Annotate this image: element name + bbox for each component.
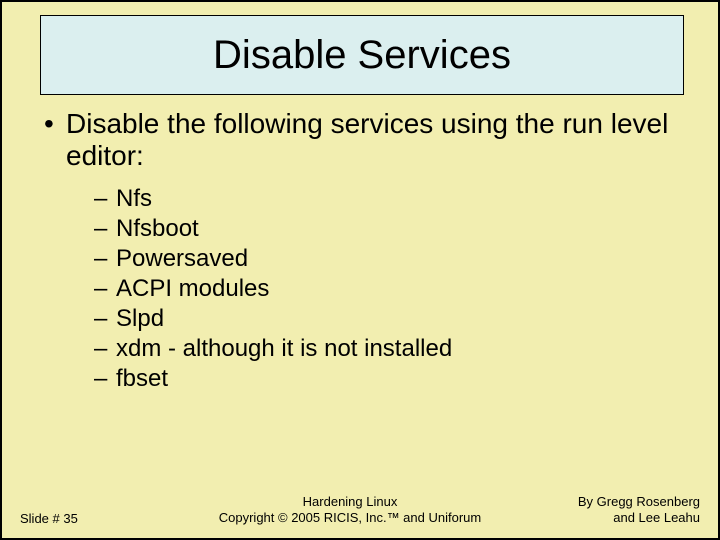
- dash-icon: –: [94, 244, 116, 274]
- list-item: – fbset: [94, 364, 684, 394]
- list-item-text: Nfsboot: [116, 214, 684, 244]
- title-box: Disable Services: [40, 15, 684, 95]
- list-item: – Powersaved: [94, 244, 684, 274]
- dash-icon: –: [94, 184, 116, 214]
- list-item-text: Nfs: [116, 184, 684, 214]
- bullet-level1: • Disable the following services using t…: [40, 108, 684, 172]
- list-item: – xdm - although it is not installed: [94, 334, 684, 364]
- footer-right: By Gregg Rosenberg and Lee Leahu: [540, 494, 700, 527]
- footer-center-line1: Hardening Linux: [160, 494, 540, 510]
- list-item: – Nfsboot: [94, 214, 684, 244]
- dash-icon: –: [94, 334, 116, 364]
- body-box: • Disable the following services using t…: [40, 108, 684, 394]
- footer-center-line2: Copyright © 2005 RICIS, Inc.™ and Unifor…: [160, 510, 540, 526]
- footer-slide-number: Slide # 35: [20, 511, 160, 526]
- footer: Slide # 35 Hardening Linux Copyright © 2…: [2, 494, 718, 527]
- list-item-text: Slpd: [116, 304, 684, 334]
- dash-icon: –: [94, 364, 116, 394]
- list-item-text: Powersaved: [116, 244, 684, 274]
- list-item-text: fbset: [116, 364, 684, 394]
- slide-title: Disable Services: [213, 33, 511, 78]
- dash-icon: –: [94, 304, 116, 334]
- dash-icon: –: [94, 274, 116, 304]
- list-item: – ACPI modules: [94, 274, 684, 304]
- list-item: – Slpd: [94, 304, 684, 334]
- footer-center: Hardening Linux Copyright © 2005 RICIS, …: [160, 494, 540, 527]
- sublist: – Nfs – Nfsboot – Powersaved – ACPI modu…: [94, 184, 684, 394]
- footer-right-line1: By Gregg Rosenberg: [540, 494, 700, 510]
- list-item-text: xdm - although it is not installed: [116, 334, 684, 364]
- slide: Disable Services • Disable the following…: [0, 0, 720, 540]
- list-item: – Nfs: [94, 184, 684, 214]
- bullet-marker: •: [40, 108, 66, 140]
- footer-right-line2: and Lee Leahu: [540, 510, 700, 526]
- list-item-text: ACPI modules: [116, 274, 684, 304]
- dash-icon: –: [94, 214, 116, 244]
- bullet-text: Disable the following services using the…: [66, 108, 684, 172]
